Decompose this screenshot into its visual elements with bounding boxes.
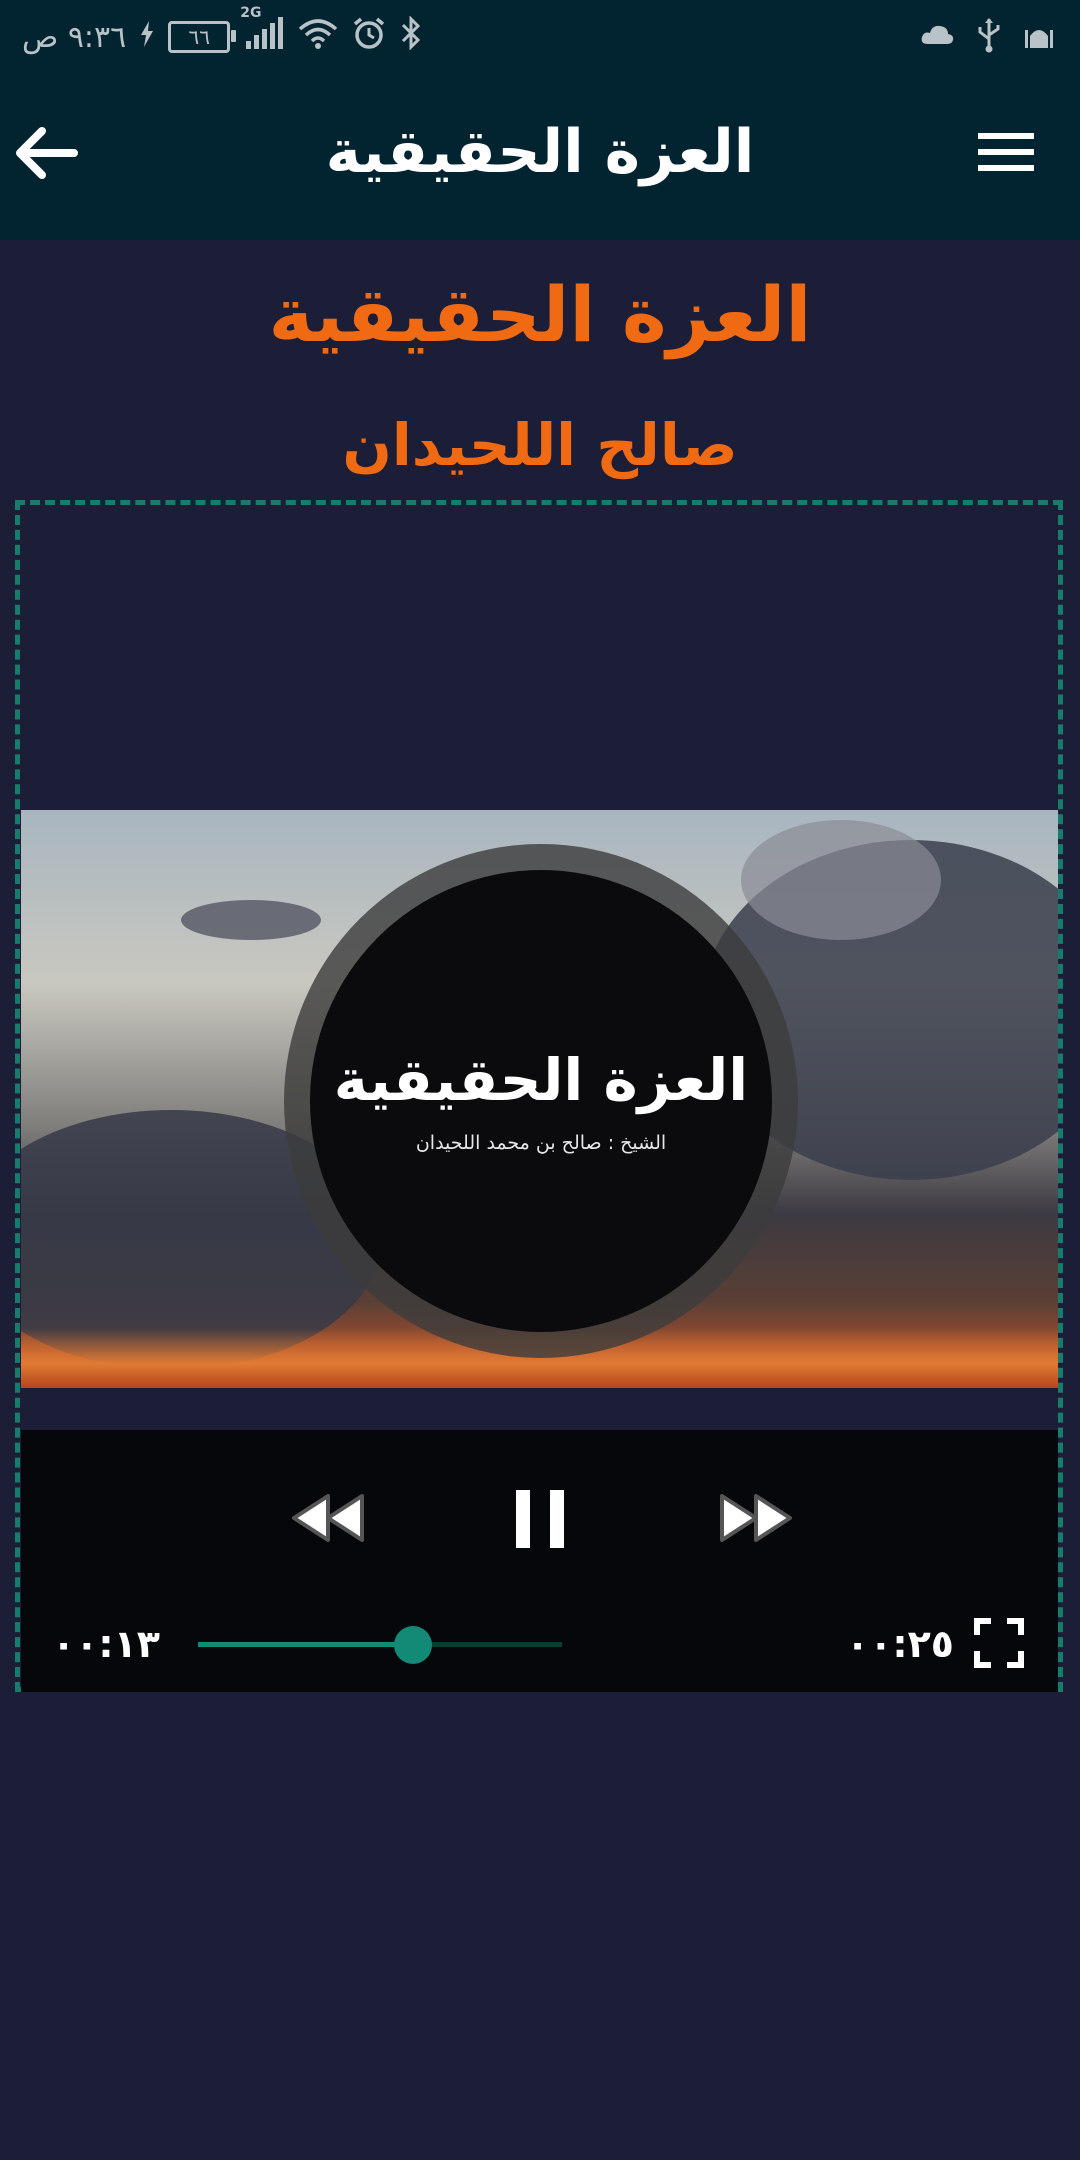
battery-indicator: ٦٦ [168,21,237,53]
app-bar: العزة الحقيقية [0,75,1080,240]
network-type: 2G [240,5,262,21]
fast-forward-button[interactable] [716,1488,796,1548]
fullscreen-icon [974,1618,1024,1668]
alarm-icon [352,16,386,58]
bluetooth-icon [400,15,422,58]
charging-icon [140,20,154,55]
mosque-icon [1024,20,1054,54]
seek-bar-progress [198,1642,413,1647]
speaker-name: صالح اللحيدان [342,411,738,479]
lecture-title: العزة الحقيقية [268,270,812,359]
status-time: ٩:٣٦ ص [22,19,127,55]
pause-icon [516,1490,564,1548]
page-title: العزة الحقيقية [325,117,755,187]
status-bar-left: ٩:٣٦ ص ٦٦ 2G [22,5,422,62]
status-bar-right [920,12,1054,62]
fast-forward-icon [720,1494,792,1542]
rewind-icon [292,1494,364,1542]
video-overlay-title: العزة الحقيقية [333,1046,749,1114]
wifi-icon [298,17,338,57]
pause-button[interactable] [512,1488,568,1550]
usb-icon [976,17,1002,57]
menu-button[interactable] [976,127,1036,177]
hamburger-menu-icon [978,133,1034,171]
cloud-icon [920,24,954,50]
status-bar: ٩:٣٦ ص ٦٦ 2G [0,0,1080,75]
total-duration: ٠٠:٢٥ [846,1622,954,1666]
signal-icon: 2G [240,5,284,57]
video-cloud [181,900,321,940]
video-cloud [741,820,941,940]
video-overlay-subtitle: الشيخ : صالح بن محمد اللحيدان [415,1132,667,1154]
seek-bar[interactable] [198,1626,562,1664]
fullscreen-button[interactable] [974,1618,1024,1668]
rewind-button[interactable] [288,1488,368,1548]
seek-bar-thumb[interactable] [393,1626,432,1664]
elapsed-time: ٠٠:١٣ [52,1622,160,1666]
